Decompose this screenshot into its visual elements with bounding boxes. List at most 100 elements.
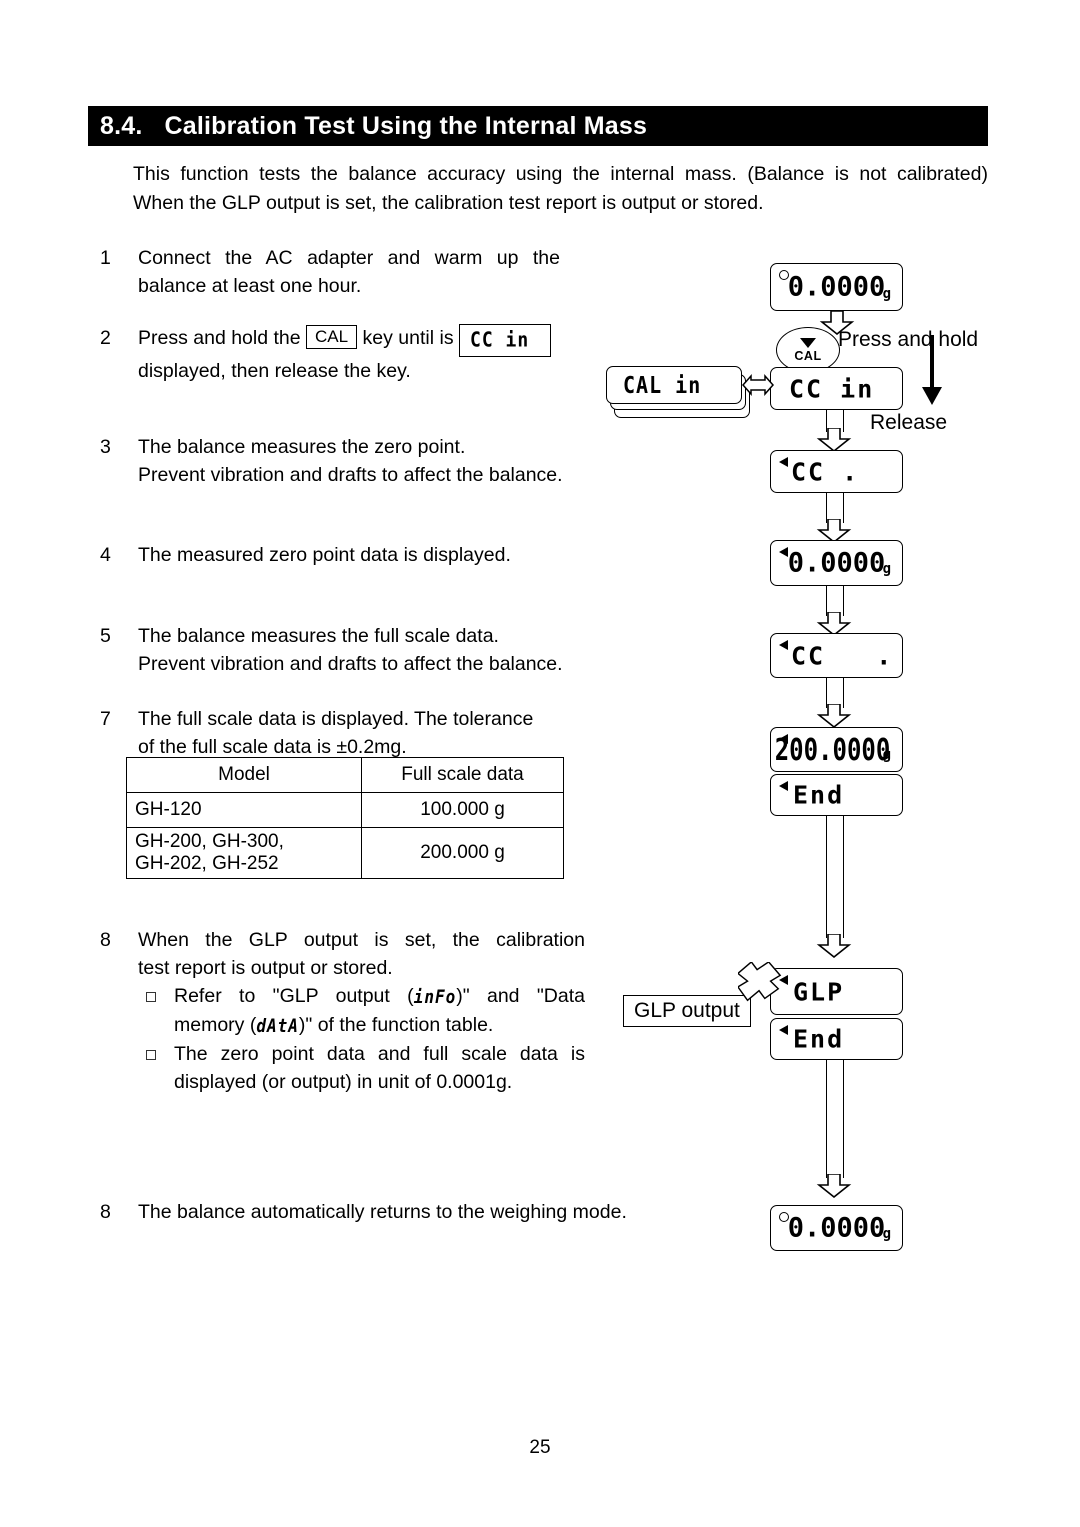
step-8-bullet-2: The zero point data and full scale data …	[138, 1040, 585, 1096]
step-8: 8 When the GLP output is set, the calibr…	[100, 926, 585, 1096]
display-d1: 0.0000 g	[770, 263, 903, 311]
intro-line-2: When the GLP output is set, the calibrat…	[133, 192, 764, 214]
bullet1-text-c: memory (	[174, 1014, 257, 1036]
table-row: GH-120 100.000 g	[126, 792, 564, 828]
step-5-line-2: Prevent vibration and drafts to affect t…	[138, 653, 563, 675]
table-header-fullscale: Full scale data	[361, 757, 564, 793]
data-segment-token: dAtA	[256, 1014, 299, 1037]
cal-key-label: CAL	[794, 348, 822, 363]
display-d5: CC .	[770, 633, 903, 678]
step-7: 7 The full scale data is displayed. The …	[100, 705, 600, 761]
step-1-number: 1	[100, 247, 111, 269]
glp-output-label: GLP output	[634, 999, 740, 1022]
step-4-number: 4	[100, 544, 111, 566]
display-d4: 0.0000 g	[770, 540, 903, 586]
step-3-line-2: Prevent vibration and drafts to affect t…	[138, 464, 563, 486]
cc-in-token: CC in	[470, 328, 530, 353]
document-page: 8.4. Calibration Test Using the Internal…	[0, 0, 1080, 1527]
lightning-leader-icon	[738, 962, 782, 1002]
display-d3: CC .	[770, 450, 903, 493]
step-3: 3 The balance measures the zero point. P…	[100, 433, 620, 489]
table-header-row: Model Full scale data	[126, 757, 564, 793]
info-segment-token: inFo	[413, 985, 457, 1008]
display-d6: 200.0000 g	[770, 727, 903, 772]
section-number: 8.4.	[100, 111, 143, 140]
display-d9: End	[770, 1018, 903, 1060]
step-5-line-1: The balance measures the full scale data…	[138, 625, 499, 647]
step-8-line-2: test report is output or stored.	[138, 957, 393, 979]
table-cell-model-2-line-1: GH-200, GH-300,	[135, 831, 284, 852]
step-3-line-1: The balance measures the zero point.	[138, 436, 466, 458]
cal-key-inline: CAL	[306, 325, 358, 349]
step-2: 2 Press and hold the CAL key until is CC…	[100, 324, 580, 385]
step-1: 1 Connect the AC adapter and warm up the…	[100, 244, 560, 300]
table-header-model: Model	[126, 757, 362, 793]
step-8-return-line-1: The balance automatically returns to the…	[138, 1201, 627, 1223]
glp-output-callout: GLP output	[623, 995, 751, 1027]
step-8-return: 8 The balance automatically returns to t…	[100, 1198, 700, 1226]
stacked-display-cal-in: CAL in	[606, 366, 752, 418]
display-d10: 0.0000 g	[770, 1205, 903, 1251]
step-2-line-1: Press and hold the CAL key until is CC i…	[138, 324, 580, 357]
bullet1-text-b: )" and "Data	[456, 985, 585, 1007]
block-arrow-down-7	[815, 1174, 853, 1198]
step-8-bullet-1-line-1: Refer to "GLP output (inFo)" and "Data	[174, 982, 585, 1011]
block-arrow-down-5	[815, 704, 853, 728]
display-d6-unit: g	[882, 747, 891, 763]
step-1-line-1: Connect the AC adapter and warm up the	[138, 247, 560, 269]
step-8-return-number: 8	[100, 1201, 111, 1223]
display-d1-unit: g	[882, 286, 891, 302]
step-8-number: 8	[100, 929, 111, 951]
intro-paragraph: This function tests the balance accuracy…	[133, 160, 988, 218]
step-2-line-2: displayed, then release the key.	[138, 360, 411, 382]
connector-pipe-6	[826, 1060, 844, 1178]
step-8-bullet-2-line-1: The zero point data and full scale data …	[174, 1043, 585, 1065]
step-5: 5 The balance measures the full scale da…	[100, 622, 620, 678]
stacked-display-value: CAL in	[623, 371, 702, 399]
table-cell-data-2: 200.000 g	[361, 827, 564, 879]
step-5-number: 5	[100, 625, 111, 647]
table-cell-data-1: 100.000 g	[361, 792, 564, 828]
display-d4-unit: g	[882, 561, 891, 577]
page-number: 25	[529, 1437, 551, 1458]
release-arrow	[922, 335, 942, 405]
section-title: Calibration Test Using the Internal Mass	[164, 111, 648, 140]
press-and-hold-label: Press and hold	[838, 328, 979, 351]
step-2-text-b: key until is	[362, 327, 454, 349]
step-4-line-1: The measured zero point data is displaye…	[138, 544, 511, 566]
step-3-number: 3	[100, 436, 111, 458]
connector-pipe-5	[826, 816, 844, 938]
section-header: 8.4. Calibration Test Using the Internal…	[88, 106, 988, 146]
display-d7: End	[770, 774, 903, 816]
step-4: 4 The measured zero point data is displa…	[100, 541, 620, 569]
full-scale-data-table: Model Full scale data GH-120 100.000 g G…	[126, 757, 564, 879]
display-d2-value: CC in	[789, 374, 875, 403]
intro-line-1: This function tests the balance accuracy…	[133, 163, 988, 185]
table-cell-model-1: GH-120	[126, 792, 362, 828]
table-cell-model-2: GH-200, GH-300, GH-202, GH-252	[126, 827, 362, 879]
block-arrow-down-6	[815, 934, 853, 958]
bullet1-text-a: Refer to "GLP output (	[174, 985, 414, 1007]
step-8-bullet-1: Refer to "GLP output (inFo)" and "Data m…	[138, 982, 585, 1040]
step-7-line-1: The full scale data is displayed. The to…	[138, 708, 534, 730]
step-8-bullet-2-line-2: displayed (or output) in unit of 0.0001g…	[174, 1071, 513, 1093]
bullet1-text-d: )" of the function table.	[298, 1014, 494, 1036]
stack-sheet-front: CAL in	[606, 366, 742, 404]
cc-in-token-box: CC in	[459, 324, 551, 357]
step-1-line-2: balance at least one hour.	[138, 275, 362, 297]
display-d3-value: CC .	[791, 457, 860, 486]
step-2-number: 2	[100, 327, 111, 349]
display-d9-value: End	[793, 1024, 845, 1054]
triangle-down-icon	[800, 337, 816, 348]
table-row: GH-200, GH-300, GH-202, GH-252 200.000 g	[126, 827, 564, 879]
step-8-bullet-1-line-2: memory (dAtA)" of the function table.	[174, 1011, 585, 1040]
table-cell-model-2-line-2: GH-202, GH-252	[135, 853, 279, 874]
display-d7-value: End	[793, 780, 845, 810]
step-2-text-a: Press and hold the	[138, 327, 301, 349]
step-8-line-1: When the GLP output is set, the calibrat…	[138, 929, 585, 951]
display-d2: CC in	[770, 367, 903, 410]
block-arrow-down-2	[815, 428, 853, 452]
bidirectional-arrow-icon	[742, 374, 774, 396]
step-7-number: 7	[100, 708, 111, 730]
display-d5-value: CC .	[791, 641, 894, 670]
